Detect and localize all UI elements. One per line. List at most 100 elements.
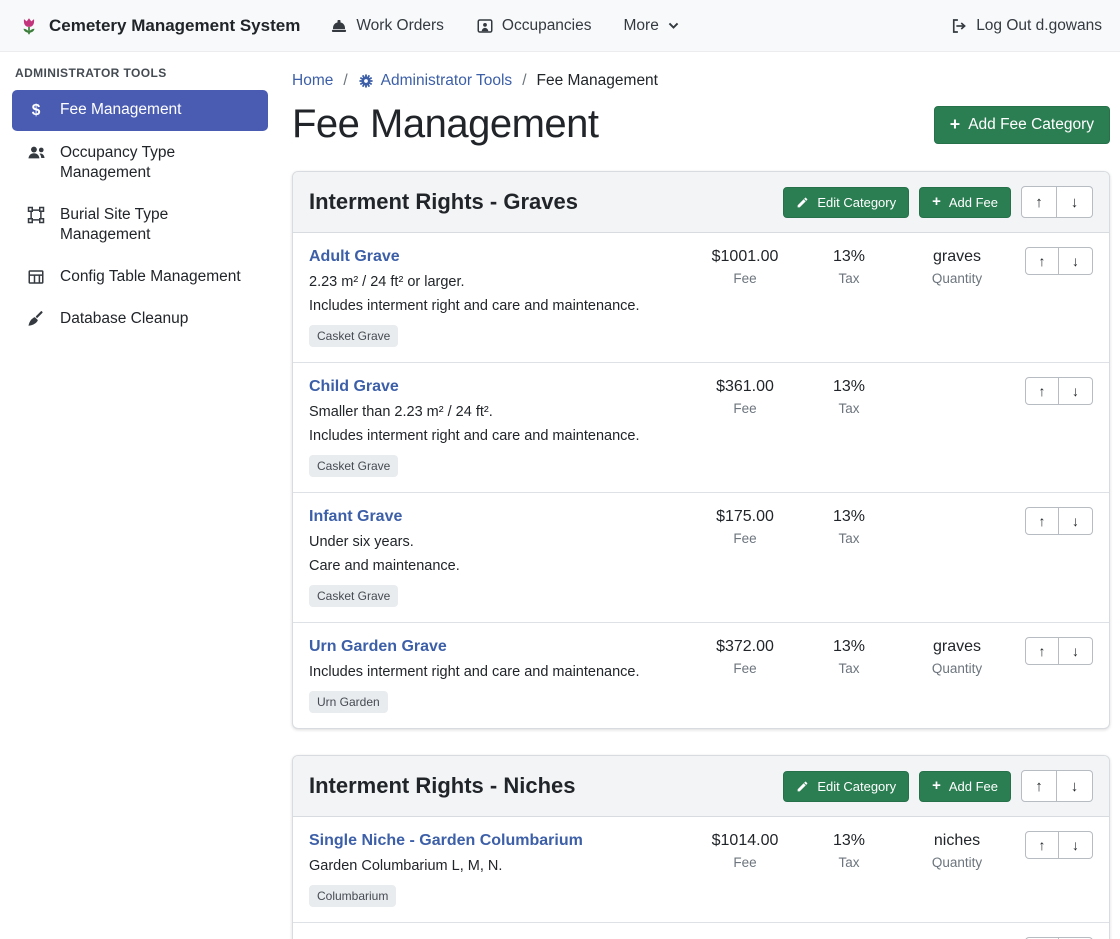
fee-tax-cell: 13% Tax bbox=[797, 246, 901, 286]
fee-amount-label: Fee bbox=[693, 401, 797, 416]
edit-category-button[interactable]: Edit Category bbox=[783, 771, 909, 802]
edit-category-button[interactable]: Edit Category bbox=[783, 187, 909, 218]
logout-label: Log Out d.gowans bbox=[976, 17, 1102, 35]
sidebar-item-config-table-management[interactable]: Config Table Management bbox=[12, 257, 268, 297]
arrow-up-icon: ↑ bbox=[1039, 837, 1046, 853]
fee-amount: $1014.00 bbox=[693, 830, 797, 852]
move-fee-down-button[interactable]: ↓ bbox=[1059, 377, 1093, 405]
fee-quantity-cell: niches Quantity bbox=[901, 830, 1013, 870]
fee-badge: Casket Grave bbox=[309, 585, 398, 607]
move-fee-up-button[interactable]: ↑ bbox=[1025, 831, 1059, 859]
fee-category-card: Interment Rights - Niches Edit Category … bbox=[292, 755, 1110, 939]
fee-reorder-group: ↑ ↓ bbox=[1025, 507, 1093, 535]
category-actions: Edit Category + Add Fee ↑ ↓ bbox=[783, 186, 1093, 218]
nav-occupancies[interactable]: Occupancies bbox=[476, 17, 592, 35]
move-fee-up-button[interactable]: ↑ bbox=[1025, 377, 1059, 405]
fee-descriptions: Garden Columbarium L, M, N. bbox=[309, 857, 683, 876]
plus-icon: + bbox=[950, 116, 960, 134]
fee-info: Child Grave Smaller than 2.23 m² / 24 ft… bbox=[309, 376, 693, 477]
fee-row: Child Grave Smaller than 2.23 m² / 24 ft… bbox=[293, 363, 1109, 493]
category-actions: Edit Category + Add Fee ↑ ↓ bbox=[783, 770, 1093, 802]
pencil-icon bbox=[796, 780, 809, 793]
fee-amount-cell: $1001.00 Fee bbox=[693, 246, 797, 286]
fee-quantity: niches bbox=[901, 830, 1013, 852]
add-fee-button[interactable]: + Add Fee bbox=[919, 771, 1011, 802]
page-title: Fee Management bbox=[292, 102, 599, 147]
tulip-logo-icon bbox=[18, 15, 40, 37]
edit-category-label: Edit Category bbox=[817, 195, 896, 210]
sidebar-item-burial-site-type-management[interactable]: Burial Site Type Management bbox=[12, 195, 268, 255]
fee-tax: 13% bbox=[797, 506, 901, 528]
fee-name-link[interactable]: Urn Garden Grave bbox=[309, 636, 447, 658]
category-title: Interment Rights - Niches bbox=[309, 773, 575, 799]
move-fee-up-button[interactable]: ↑ bbox=[1025, 247, 1059, 275]
fee-quantity-label: Quantity bbox=[901, 661, 1013, 676]
fee-description: Garden Columbarium L, M, N. bbox=[309, 857, 683, 876]
fee-tax-label: Tax bbox=[797, 661, 901, 676]
fee-description: 2.23 m² / 24 ft² or larger. bbox=[309, 273, 683, 292]
breadcrumb-separator: / bbox=[343, 72, 347, 90]
fee-tax-cell: 13% Tax bbox=[797, 636, 901, 676]
fee-description: Care and maintenance. bbox=[309, 557, 683, 576]
fee-description: Includes interment right and care and ma… bbox=[309, 297, 683, 316]
nav-work-orders-label: Work Orders bbox=[356, 17, 444, 35]
arrow-up-icon: ↑ bbox=[1039, 643, 1046, 659]
breadcrumb-separator: / bbox=[522, 72, 526, 90]
sidebar-item-occupancy-type-management[interactable]: Occupancy Type Management bbox=[12, 133, 268, 193]
breadcrumb-home[interactable]: Home bbox=[292, 72, 333, 90]
fee-tax-label: Tax bbox=[797, 531, 901, 546]
arrow-up-icon: ↑ bbox=[1035, 194, 1043, 211]
fee-row: Adult Grave 2.23 m² / 24 ft² or larger. I… bbox=[293, 233, 1109, 363]
category-reorder-group: ↑ ↓ bbox=[1021, 186, 1093, 218]
edit-category-label: Edit Category bbox=[817, 779, 896, 794]
nav-occupancies-label: Occupancies bbox=[502, 17, 592, 35]
move-fee-down-button[interactable]: ↓ bbox=[1059, 247, 1093, 275]
fee-name-link[interactable]: Adult Grave bbox=[309, 246, 400, 268]
vector-square-icon bbox=[26, 206, 46, 224]
fee-amount: $361.00 bbox=[693, 376, 797, 398]
move-fee-down-button[interactable]: ↓ bbox=[1059, 507, 1093, 535]
categories-container: Interment Rights - Graves Edit Category … bbox=[292, 171, 1110, 939]
arrow-down-icon: ↓ bbox=[1072, 383, 1079, 399]
fee-row: Infant Grave Under six years.Care and ma… bbox=[293, 493, 1109, 623]
fee-amount-label: Fee bbox=[693, 661, 797, 676]
arrow-down-icon: ↓ bbox=[1071, 778, 1079, 795]
arrow-down-icon: ↓ bbox=[1072, 837, 1079, 853]
add-fee-category-button[interactable]: + Add Fee Category bbox=[934, 106, 1110, 144]
nav-more[interactable]: More bbox=[624, 17, 680, 35]
fee-badge: Columbarium bbox=[309, 885, 396, 907]
fee-list: Single Niche - Garden Columbarium Garden… bbox=[293, 817, 1109, 939]
sidebar-item-label: Occupancy Type Management bbox=[60, 143, 254, 183]
breadcrumb-admin-tools[interactable]: Administrator Tools bbox=[358, 72, 513, 90]
fee-tax-label: Tax bbox=[797, 271, 901, 286]
nav-work-orders[interactable]: Work Orders bbox=[330, 17, 444, 35]
add-fee-button[interactable]: + Add Fee bbox=[919, 187, 1011, 218]
sidebar-item-label: Config Table Management bbox=[60, 267, 241, 287]
fee-quantity-label: Quantity bbox=[901, 855, 1013, 870]
fee-name-link[interactable]: Infant Grave bbox=[309, 506, 402, 528]
move-fee-up-button[interactable]: ↑ bbox=[1025, 637, 1059, 665]
fee-reorder-group: ↑ ↓ bbox=[1025, 831, 1093, 859]
fee-list: Adult Grave 2.23 m² / 24 ft² or larger. I… bbox=[293, 233, 1109, 728]
dollar-icon: $ bbox=[26, 101, 46, 121]
fee-info: Adult Grave 2.23 m² / 24 ft² or larger. I… bbox=[309, 246, 693, 347]
move-category-down-button[interactable]: ↓ bbox=[1057, 770, 1093, 802]
sidebar: ADMINISTRATOR TOOLS $ Fee Management Occ… bbox=[0, 52, 280, 939]
sidebar-heading: ADMINISTRATOR TOOLS bbox=[12, 66, 268, 80]
app-brand[interactable]: Cemetery Management System bbox=[18, 15, 300, 37]
logout-link[interactable]: Log Out d.gowans bbox=[950, 17, 1102, 35]
app-title: Cemetery Management System bbox=[49, 16, 300, 36]
move-category-up-button[interactable]: ↑ bbox=[1021, 770, 1057, 802]
fee-name-link[interactable]: Single Niche - Garden Columbarium bbox=[309, 830, 583, 852]
move-category-down-button[interactable]: ↓ bbox=[1057, 186, 1093, 218]
pencil-icon bbox=[796, 196, 809, 209]
move-category-up-button[interactable]: ↑ bbox=[1021, 186, 1057, 218]
move-fee-up-button[interactable]: ↑ bbox=[1025, 507, 1059, 535]
users-icon bbox=[26, 144, 46, 161]
sidebar-item-label: Burial Site Type Management bbox=[60, 205, 254, 245]
sidebar-item-database-cleanup[interactable]: Database Cleanup bbox=[12, 299, 268, 339]
move-fee-down-button[interactable]: ↓ bbox=[1059, 637, 1093, 665]
sidebar-item-fee-management[interactable]: $ Fee Management bbox=[12, 90, 268, 131]
fee-name-link[interactable]: Child Grave bbox=[309, 376, 399, 398]
move-fee-down-button[interactable]: ↓ bbox=[1059, 831, 1093, 859]
